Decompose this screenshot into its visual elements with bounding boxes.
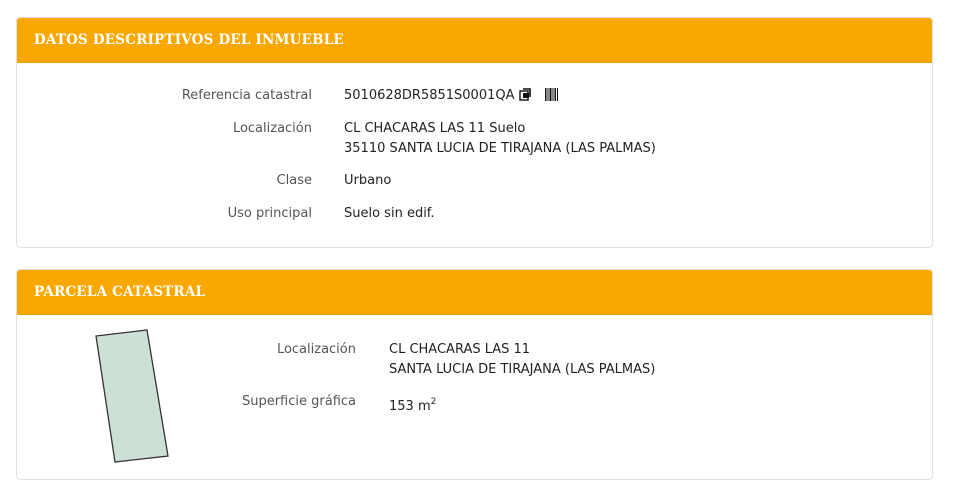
parcela-localizacion-label: Localización (276, 342, 356, 357)
localizacion-line2: 35110 SANTA LUCIA DE TIRAJANA (LAS PALMA… (344, 141, 656, 156)
copy-icon[interactable] (518, 88, 532, 101)
localizacion-line1: CL CHACARAS LAS 11 Suelo (344, 121, 526, 136)
parcela-panel-header: PARCELA CATASTRAL (17, 270, 932, 315)
clase-value: Urbano (344, 173, 392, 188)
referencia-value: 5010628DR5851S0001QA (344, 88, 515, 103)
parcela-panel-title: PARCELA CATASTRAL (34, 284, 206, 300)
localizacion-value: CL CHACARAS LAS 11 Suelo 35110 SANTA LUC… (344, 119, 656, 159)
clase-label: Clase (276, 173, 312, 188)
referencia-value-row: 5010628DR5851S0001QA (344, 86, 559, 106)
barcode-icon[interactable] (544, 88, 559, 101)
parcela-panel: PARCELA CATASTRAL Localización CL CHACAR… (16, 269, 933, 480)
superficie-label: Superficie gráfica (241, 394, 356, 409)
superficie-value-row: 153 m2 (389, 392, 436, 417)
inmueble-panel-title: DATOS DESCRIPTIVOS DEL INMUEBLE (34, 32, 344, 48)
superficie-unit-sup: 2 (430, 397, 437, 407)
parcela-localizacion-line1: CL CHACARAS LAS 11 (389, 342, 531, 357)
uso-label: Uso principal (227, 206, 312, 221)
superficie-value: 153 m (389, 399, 431, 414)
uso-value: Suelo sin edif. (344, 206, 435, 221)
inmueble-panel-header: DATOS DESCRIPTIVOS DEL INMUEBLE (17, 18, 932, 63)
inmueble-panel: DATOS DESCRIPTIVOS DEL INMUEBLE Referenc… (16, 17, 933, 248)
referencia-label: Referencia catastral (181, 88, 312, 103)
parcela-localizacion-value: CL CHACARAS LAS 11 SANTA LUCIA DE TIRAJA… (389, 340, 655, 380)
localizacion-label: Localización (232, 121, 312, 136)
parcela-localizacion-line2: SANTA LUCIA DE TIRAJANA (LAS PALMAS) (389, 362, 656, 377)
